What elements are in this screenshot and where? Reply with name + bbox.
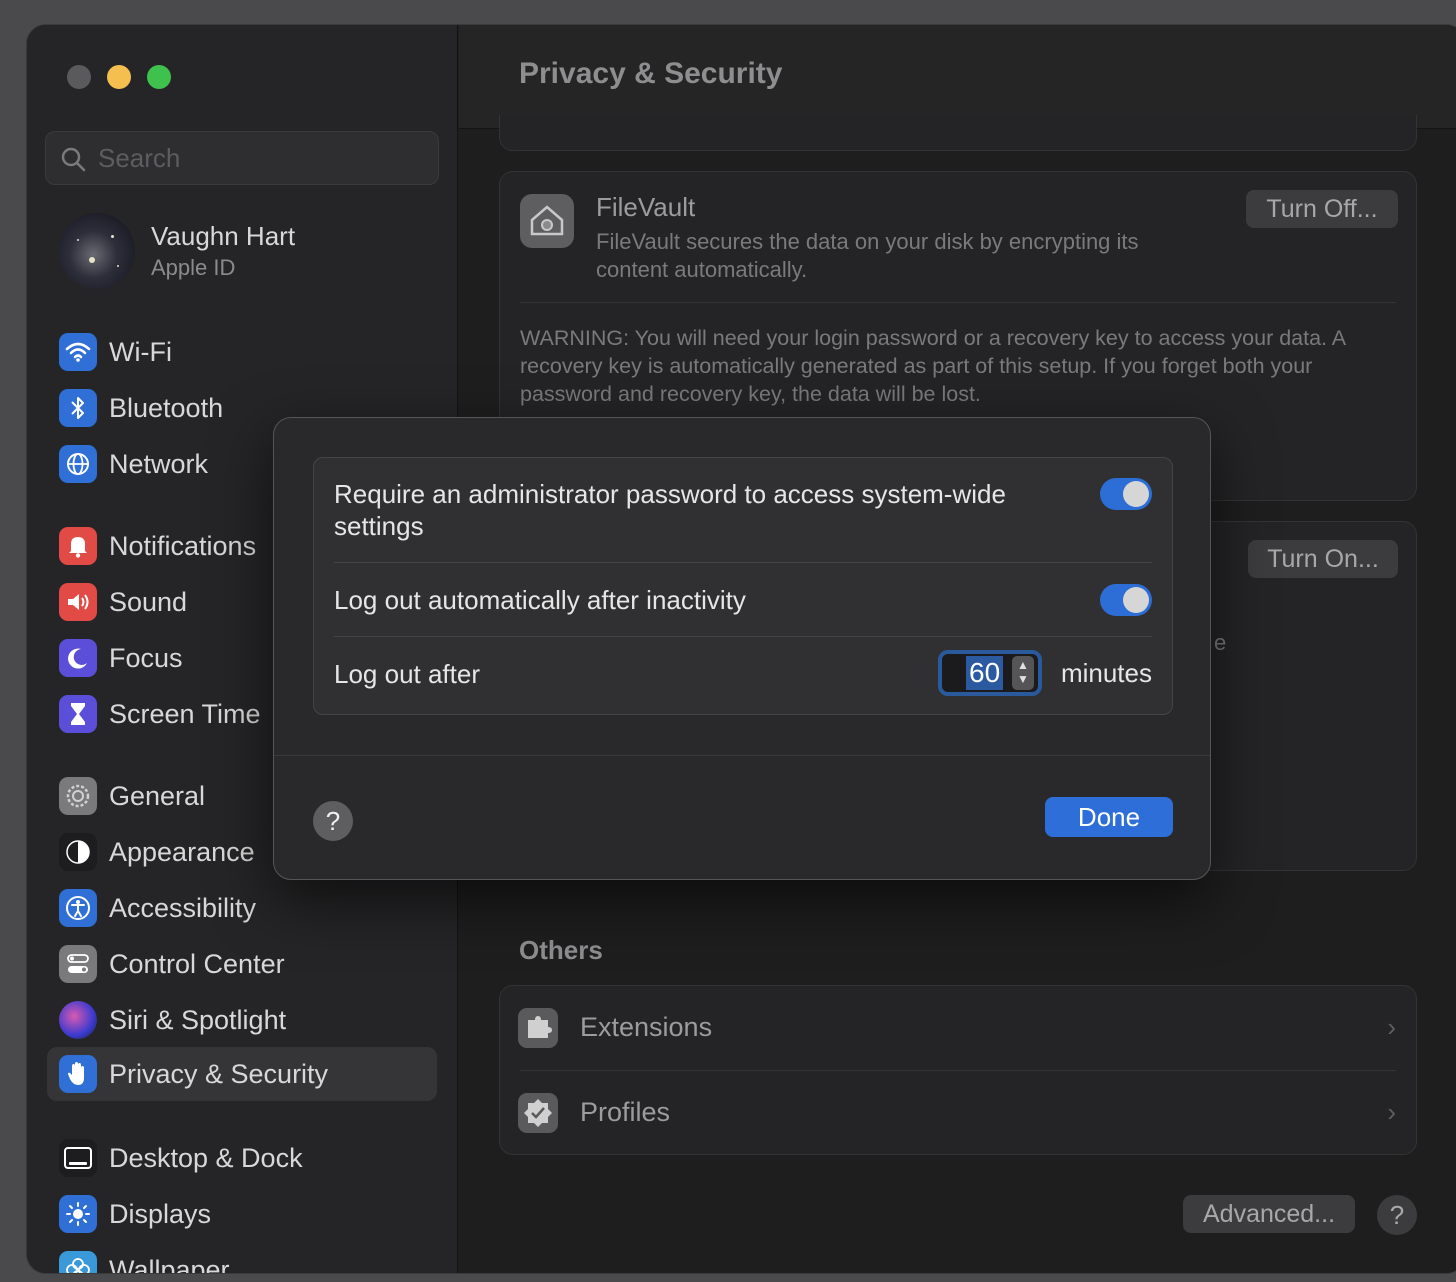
lock-settings-dialog: Require an administrator password to acc… bbox=[273, 417, 1211, 880]
others-section-title: Others bbox=[519, 935, 603, 965]
auto-logout-toggle[interactable] bbox=[1100, 584, 1152, 616]
bell-icon bbox=[59, 527, 97, 565]
previous-card bbox=[499, 115, 1417, 151]
sidebar-item-privacy-security[interactable]: Privacy & Security bbox=[47, 1047, 437, 1101]
stepper-arrows-icon[interactable]: ▲ ▼ bbox=[1012, 656, 1034, 690]
profiles-row[interactable]: Profiles › bbox=[500, 1071, 1416, 1155]
search-icon bbox=[61, 147, 86, 172]
close-window-button[interactable] bbox=[67, 65, 91, 89]
bluetooth-icon bbox=[59, 389, 97, 427]
sidebar-item-wallpaper[interactable]: Wallpaper bbox=[47, 1243, 437, 1274]
sidebar-item-label: Siri & Spotlight bbox=[109, 1005, 287, 1035]
main-header: Privacy & Security bbox=[459, 25, 1456, 129]
filevault-title: FileVault bbox=[596, 192, 696, 222]
require-admin-toggle[interactable] bbox=[1100, 478, 1152, 510]
zoom-window-button[interactable] bbox=[147, 65, 171, 89]
moon-icon bbox=[59, 639, 97, 677]
sidebar-item-accessibility[interactable]: Accessibility bbox=[47, 881, 437, 935]
control-center-icon bbox=[59, 945, 97, 983]
chevron-right-icon: › bbox=[1387, 1012, 1396, 1042]
globe-icon bbox=[59, 445, 97, 483]
gear-icon bbox=[59, 777, 97, 815]
sidebar-item-label: Focus bbox=[109, 643, 183, 673]
chevron-right-icon: › bbox=[1387, 1097, 1396, 1127]
flower-icon bbox=[59, 1251, 97, 1273]
search-input[interactable] bbox=[98, 132, 418, 184]
others-card: Extensions › Profiles › bbox=[499, 985, 1417, 1155]
extensions-row[interactable]: Extensions › bbox=[500, 986, 1416, 1070]
checkmark-badge-icon bbox=[518, 1093, 558, 1133]
sidebar-item-label: Wallpaper bbox=[109, 1255, 230, 1274]
sidebar-item-control-center[interactable]: Control Center bbox=[47, 937, 437, 991]
logout-minutes-value[interactable]: 60 bbox=[966, 656, 1004, 690]
require-admin-label: Require an administrator password to acc… bbox=[334, 479, 1006, 541]
dialog-options-group: Require an administrator password to acc… bbox=[313, 457, 1173, 715]
filevault-description: FileVault secures the data on your disk … bbox=[596, 229, 1139, 282]
dialog-footer-separator bbox=[274, 755, 1210, 756]
sidebar-item-label: Control Center bbox=[109, 949, 285, 979]
toggle-knob bbox=[1123, 587, 1149, 613]
done-button[interactable]: Done bbox=[1045, 797, 1173, 837]
siri-icon bbox=[59, 1001, 97, 1039]
speaker-icon bbox=[59, 583, 97, 621]
minutes-unit-label: minutes bbox=[1060, 658, 1152, 688]
sidebar-item-label: Privacy & Security bbox=[109, 1059, 329, 1089]
sidebar-item-label: Accessibility bbox=[109, 893, 257, 923]
search-field[interactable] bbox=[45, 131, 439, 185]
sidebar-item-label: Displays bbox=[109, 1199, 212, 1229]
sidebar-item-label: Network bbox=[109, 449, 209, 479]
sidebar-item-desktop-dock[interactable]: Desktop & Dock bbox=[47, 1131, 437, 1185]
lockdown-partial-text: e bbox=[1214, 630, 1227, 655]
apple-id-profile[interactable]: Vaughn Hart Apple ID bbox=[57, 211, 437, 291]
dialog-separator bbox=[334, 636, 1152, 637]
sidebar-item-label: Notifications bbox=[109, 531, 257, 561]
toggle-knob bbox=[1123, 481, 1149, 507]
logout-after-label: Log out after bbox=[334, 659, 480, 689]
page-title: Privacy & Security bbox=[519, 57, 783, 90]
dialog-separator bbox=[334, 562, 1152, 563]
appearance-icon bbox=[59, 833, 97, 871]
help-button[interactable]: ? bbox=[1377, 1195, 1417, 1235]
logout-minutes-stepper[interactable]: 60 ▲ ▼ bbox=[938, 650, 1042, 696]
dock-icon bbox=[59, 1139, 97, 1177]
hourglass-icon bbox=[59, 695, 97, 733]
sidebar-item-label: Screen Time bbox=[109, 699, 261, 729]
filevault-warning: WARNING: You will need your login passwo… bbox=[520, 326, 1345, 406]
profile-name: Vaughn Hart bbox=[151, 221, 296, 251]
extensions-label: Extensions bbox=[580, 1012, 713, 1042]
minimize-window-button[interactable] bbox=[107, 65, 131, 89]
sidebar-item-wifi[interactable]: Wi-Fi bbox=[47, 325, 437, 379]
sidebar-item-label: General bbox=[109, 781, 206, 811]
lockdown-turn-on-button[interactable]: Turn On... bbox=[1248, 540, 1398, 578]
sidebar-item-displays[interactable]: Displays bbox=[47, 1187, 437, 1241]
sidebar-item-label: Bluetooth bbox=[109, 393, 224, 423]
sidebar-item-label: Sound bbox=[109, 587, 188, 617]
advanced-button[interactable]: Advanced... bbox=[1183, 1195, 1355, 1233]
sidebar-item-label: Wi-Fi bbox=[109, 337, 172, 367]
profiles-label: Profiles bbox=[580, 1097, 671, 1127]
filevault-turn-off-button[interactable]: Turn Off... bbox=[1246, 190, 1398, 228]
profile-subtitle: Apple ID bbox=[151, 255, 236, 280]
wifi-icon bbox=[59, 333, 97, 371]
filevault-divider bbox=[520, 302, 1396, 303]
dialog-help-button[interactable]: ? bbox=[313, 801, 353, 841]
hand-icon bbox=[59, 1055, 97, 1093]
sidebar-item-label: Appearance bbox=[109, 837, 255, 867]
puzzle-icon bbox=[518, 1008, 558, 1048]
sidebar-item-label: Desktop & Dock bbox=[109, 1143, 303, 1173]
filevault-house-icon bbox=[520, 194, 574, 248]
sidebar-item-siri-spotlight[interactable]: Siri & Spotlight bbox=[47, 993, 437, 1047]
sun-icon bbox=[59, 1195, 97, 1233]
accessibility-icon bbox=[59, 889, 97, 927]
auto-logout-label: Log out automatically after inactivity bbox=[334, 585, 746, 615]
avatar bbox=[59, 213, 135, 289]
